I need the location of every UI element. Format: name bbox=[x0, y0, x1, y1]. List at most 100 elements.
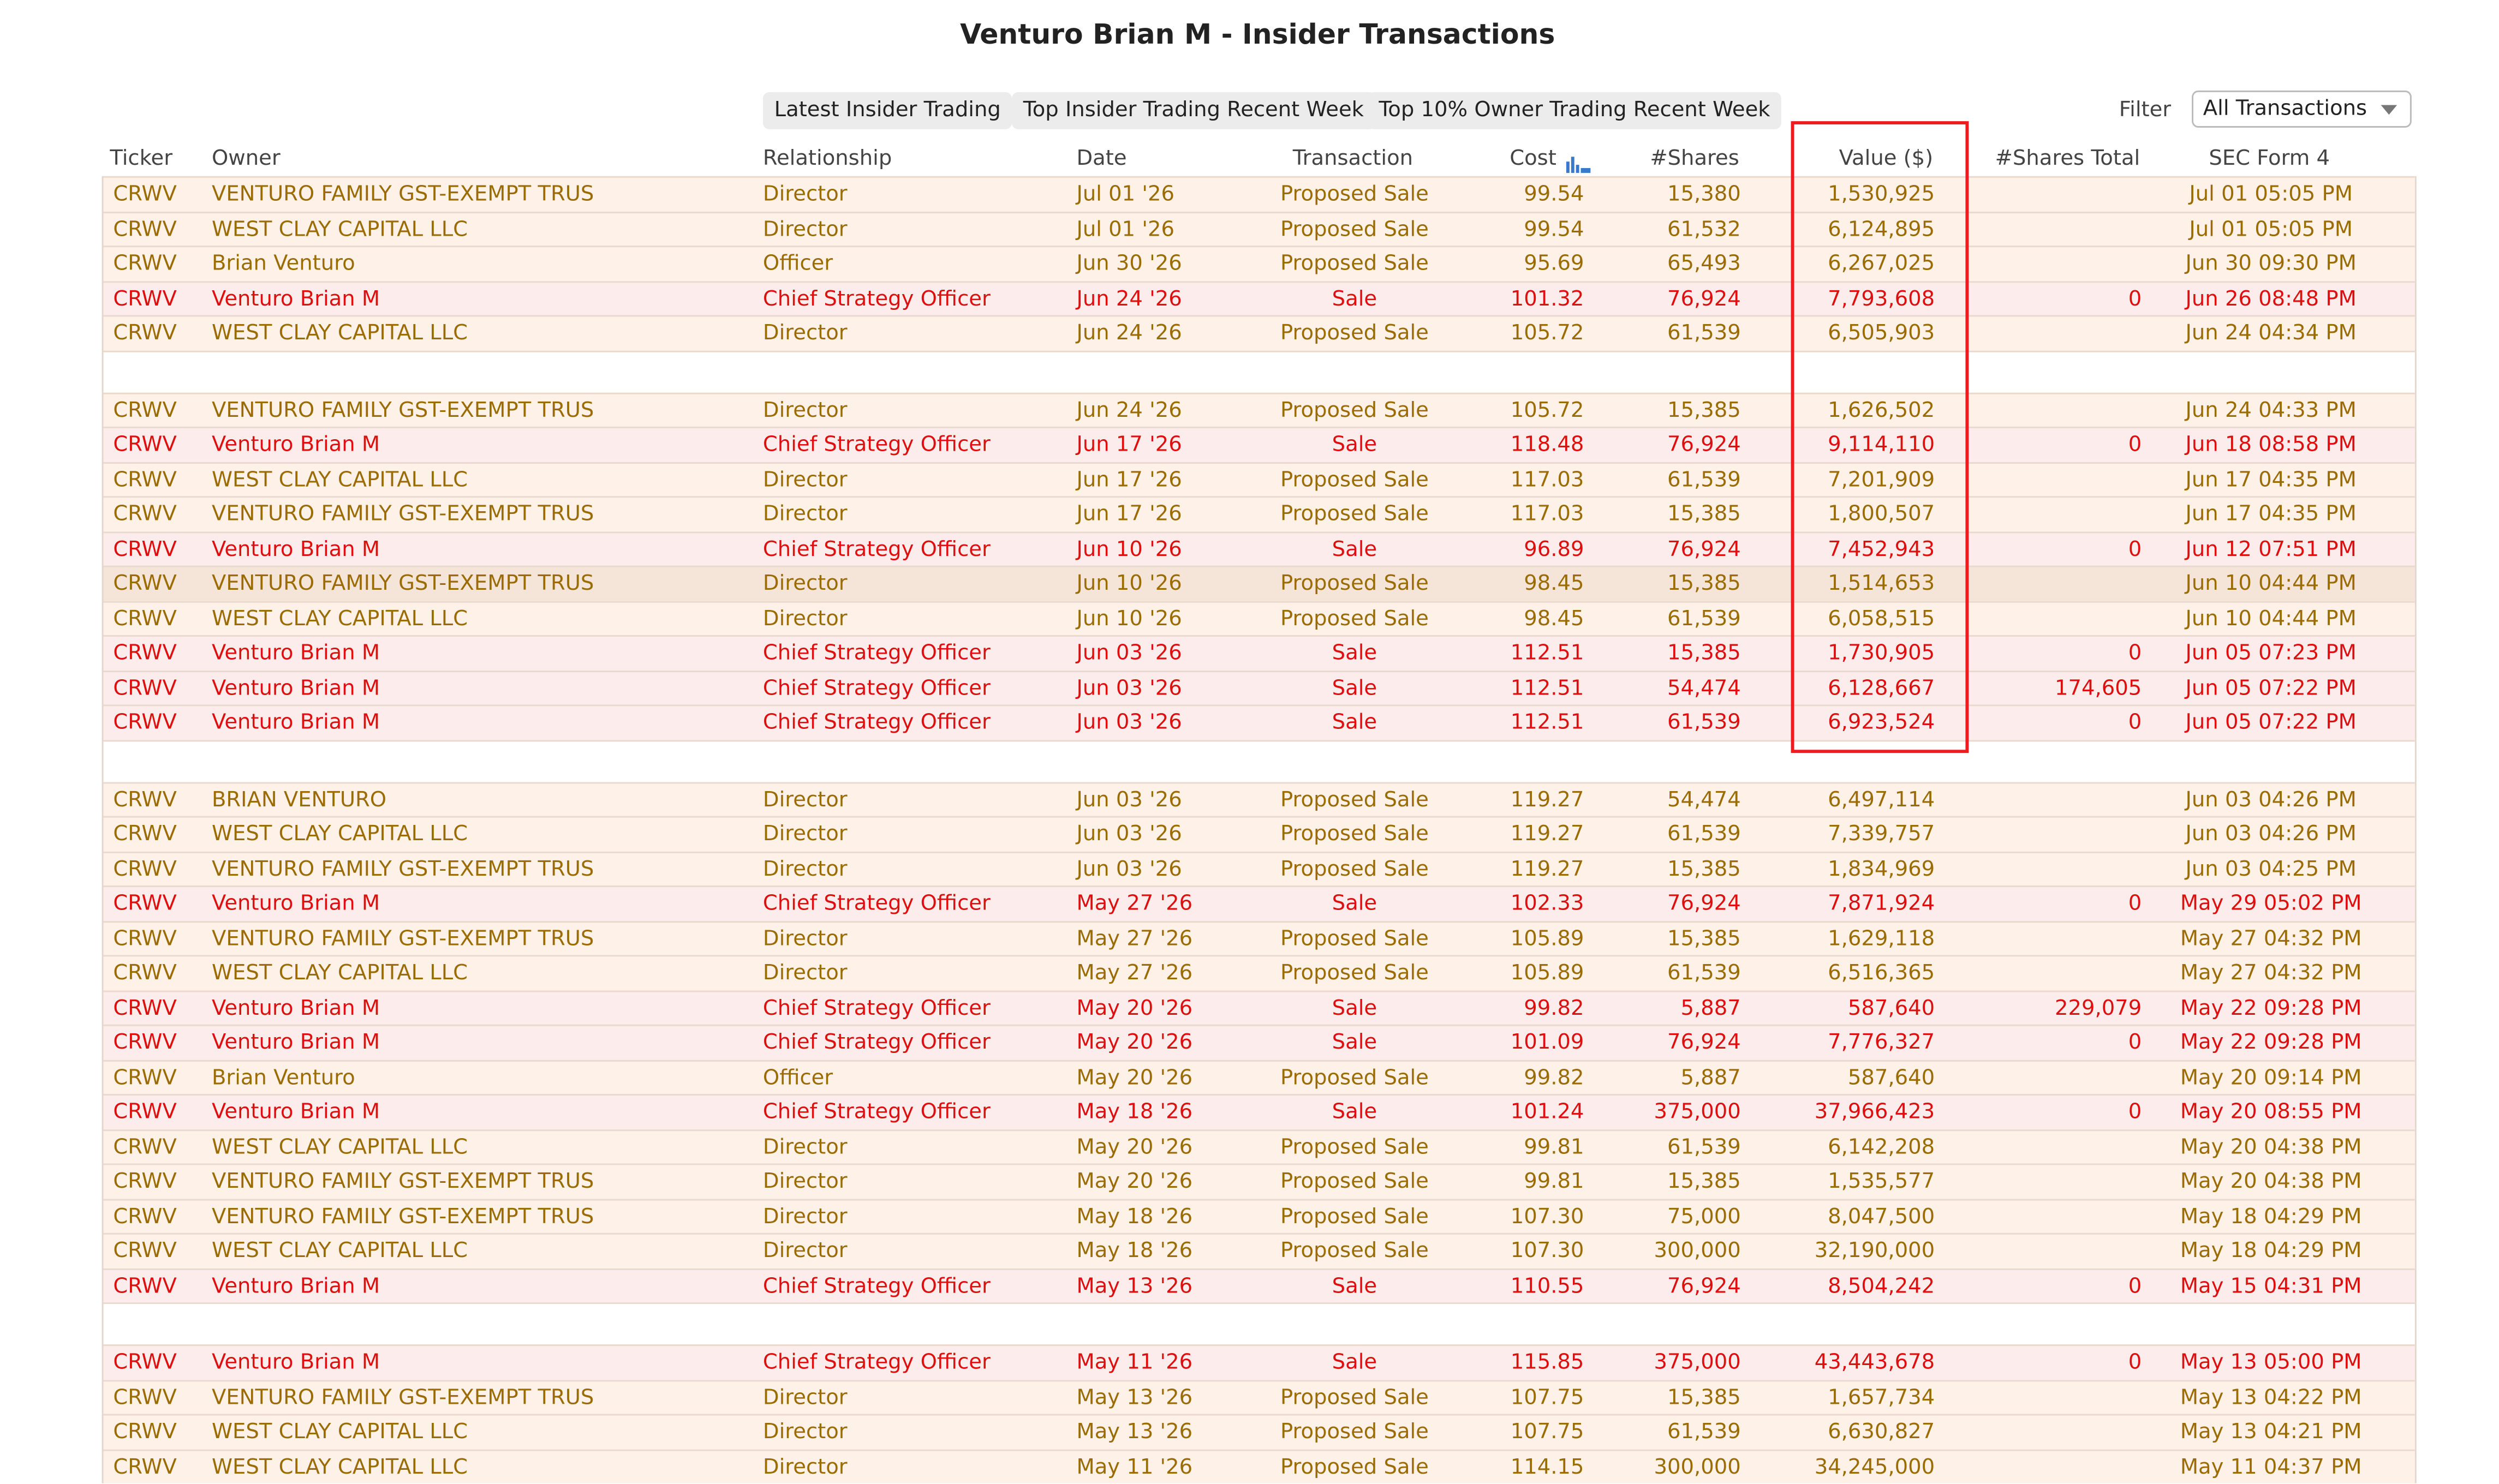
cell-owner[interactable]: Venturo Brian M bbox=[212, 991, 380, 1025]
cell-owner[interactable]: Venturo Brian M bbox=[212, 1346, 380, 1380]
cell-sec-form-4[interactable]: Jun 17 04:35 PM bbox=[2177, 498, 2365, 531]
cell-sec-form-4[interactable]: May 22 09:28 PM bbox=[2177, 991, 2365, 1025]
filter-select[interactable]: All Transactions bbox=[2192, 90, 2412, 128]
cell-sec-form-4[interactable]: Jun 18 08:58 PM bbox=[2177, 428, 2365, 462]
cell-ticker[interactable]: CRWV bbox=[113, 852, 177, 886]
table-row[interactable]: CRWV Brian Venturo Officer May 20 '26 Propos… bbox=[103, 1059, 2415, 1094]
table-row[interactable]: CRWV Venturo Brian M Chief Strategy Office… bbox=[103, 635, 2415, 670]
cell-owner[interactable]: WEST CLAY CAPITAL LLC bbox=[212, 1235, 468, 1268]
cell-sec-form-4[interactable]: May 18 04:29 PM bbox=[2177, 1235, 2365, 1268]
table-row[interactable]: CRWV Venturo Brian M Chief Strategy Office… bbox=[103, 1267, 2415, 1303]
cell-ticker[interactable]: CRWV bbox=[113, 922, 177, 956]
cell-ticker[interactable]: CRWV bbox=[113, 818, 177, 852]
cell-ticker[interactable]: CRWV bbox=[113, 783, 177, 817]
cell-sec-form-4[interactable]: May 20 04:38 PM bbox=[2177, 1130, 2365, 1164]
table-row[interactable]: CRWV BRIAN VENTURO Director Jun 03 '26 Propo… bbox=[103, 781, 2415, 817]
cell-sec-form-4[interactable]: Jul 01 05:05 PM bbox=[2177, 178, 2365, 212]
table-row[interactable]: CRWV WEST CLAY CAPITAL LLC Director May 27 … bbox=[103, 955, 2415, 990]
table-row[interactable]: CRWV WEST CLAY CAPITAL LLC Director Jul 01 … bbox=[103, 211, 2415, 246]
cell-ticker[interactable]: CRWV bbox=[113, 706, 177, 740]
cell-owner[interactable]: BRIAN VENTURO bbox=[212, 783, 386, 817]
cell-sec-form-4[interactable]: Jun 03 04:26 PM bbox=[2177, 818, 2365, 852]
cell-ticker[interactable]: CRWV bbox=[113, 1269, 177, 1303]
cell-sec-form-4[interactable]: Jun 03 04:26 PM bbox=[2177, 783, 2365, 817]
table-row[interactable]: CRWV Venturo Brian M Chief Strategy Office… bbox=[103, 530, 2415, 566]
cell-sec-form-4[interactable]: May 20 04:38 PM bbox=[2177, 1165, 2365, 1199]
table-row[interactable]: CRWV WEST CLAY CAPITAL LLC Director Jun 10 … bbox=[103, 600, 2415, 636]
cell-owner[interactable]: VENTURO FAMILY GST-EXEMPT TRUS bbox=[212, 1165, 594, 1199]
table-row[interactable]: CRWV WEST CLAY CAPITAL LLC Director May 20 … bbox=[103, 1128, 2415, 1164]
cell-sec-form-4[interactable]: May 18 04:29 PM bbox=[2177, 1200, 2365, 1234]
column-header-owner[interactable]: Owner bbox=[212, 147, 281, 171]
cell-ticker[interactable]: CRWV bbox=[113, 428, 177, 462]
cell-owner[interactable]: WEST CLAY CAPITAL LLC bbox=[212, 1450, 468, 1484]
table-row[interactable]: CRWV WEST CLAY CAPITAL LLC Director Jun 03 … bbox=[103, 816, 2415, 852]
cell-owner[interactable]: Brian Venturo bbox=[212, 247, 355, 281]
cell-sec-form-4[interactable]: Jun 30 09:30 PM bbox=[2177, 247, 2365, 281]
table-row[interactable]: CRWV Venturo Brian M Chief Strategy Office… bbox=[103, 704, 2415, 740]
cell-sec-form-4[interactable]: Jun 24 04:34 PM bbox=[2177, 316, 2365, 350]
table-row[interactable]: CRWV Venturo Brian M Chief Strategy Office… bbox=[103, 280, 2415, 316]
column-header-date[interactable]: Date bbox=[1076, 147, 1126, 171]
table-row[interactable]: CRWV VENTURO FAMILY GST-EXEMPT TRUS Direct… bbox=[103, 176, 2415, 212]
cell-sec-form-4[interactable]: Jun 24 04:33 PM bbox=[2177, 393, 2365, 427]
cell-sec-form-4[interactable]: May 13 05:00 PM bbox=[2177, 1346, 2365, 1380]
cell-ticker[interactable]: CRWV bbox=[113, 247, 177, 281]
cell-owner[interactable]: VENTURO FAMILY GST-EXEMPT TRUS bbox=[212, 178, 594, 212]
table-row[interactable]: CRWV VENTURO FAMILY GST-EXEMPT TRUS Direct… bbox=[103, 496, 2415, 531]
cell-owner[interactable]: Venturo Brian M bbox=[212, 1096, 380, 1129]
cell-ticker[interactable]: CRWV bbox=[113, 1381, 177, 1415]
table-row[interactable]: CRWV VENTURO FAMILY GST-EXEMPT TRUS Direct… bbox=[103, 565, 2415, 601]
table-row[interactable]: CRWV VENTURO FAMILY GST-EXEMPT TRUS Direct… bbox=[103, 851, 2415, 886]
table-row[interactable]: CRWV VENTURO FAMILY GST-EXEMPT TRUS Direct… bbox=[103, 1163, 2415, 1199]
cell-owner[interactable]: WEST CLAY CAPITAL LLC bbox=[212, 463, 468, 497]
cell-ticker[interactable]: CRWV bbox=[113, 393, 177, 427]
column-header-ticker[interactable]: Ticker bbox=[110, 147, 172, 171]
table-row[interactable]: CRWV WEST CLAY CAPITAL LLC Director Jun 17 … bbox=[103, 461, 2415, 497]
cell-sec-form-4[interactable]: Jun 10 04:44 PM bbox=[2177, 567, 2365, 601]
cell-ticker[interactable]: CRWV bbox=[113, 463, 177, 497]
cell-sec-form-4[interactable]: May 27 04:32 PM bbox=[2177, 922, 2365, 956]
cell-sec-form-4[interactable]: May 20 08:55 PM bbox=[2177, 1096, 2365, 1129]
cell-ticker[interactable]: CRWV bbox=[113, 956, 177, 990]
column-header-shares[interactable]: #Shares bbox=[1605, 147, 1739, 171]
cell-ticker[interactable]: CRWV bbox=[113, 1165, 177, 1199]
cell-ticker[interactable]: CRWV bbox=[113, 532, 177, 566]
table-row[interactable]: CRWV VENTURO FAMILY GST-EXEMPT TRUS Direct… bbox=[103, 920, 2415, 956]
cell-ticker[interactable]: CRWV bbox=[113, 991, 177, 1025]
cell-owner[interactable]: Brian Venturo bbox=[212, 1061, 355, 1094]
cell-sec-form-4[interactable]: May 20 09:14 PM bbox=[2177, 1061, 2365, 1094]
cell-ticker[interactable]: CRWV bbox=[113, 1026, 177, 1060]
table-row[interactable]: CRWV VENTURO FAMILY GST-EXEMPT TRUS Direct… bbox=[103, 392, 2415, 427]
cell-owner[interactable]: VENTURO FAMILY GST-EXEMPT TRUS bbox=[212, 852, 594, 886]
cell-ticker[interactable]: CRWV bbox=[113, 1130, 177, 1164]
cell-ticker[interactable]: CRWV bbox=[113, 498, 177, 531]
cell-owner[interactable]: Venturo Brian M bbox=[212, 532, 380, 566]
table-row[interactable]: CRWV Venturo Brian M Chief Strategy Office… bbox=[103, 669, 2415, 705]
cell-ticker[interactable]: CRWV bbox=[113, 1061, 177, 1094]
column-header-shares-total[interactable]: #Shares Total bbox=[1993, 147, 2140, 171]
cell-sec-form-4[interactable]: May 27 04:32 PM bbox=[2177, 956, 2365, 990]
cell-ticker[interactable]: CRWV bbox=[113, 282, 177, 316]
table-row[interactable]: CRWV Venturo Brian M Chief Strategy Office… bbox=[103, 426, 2415, 462]
cell-sec-form-4[interactable]: May 13 04:21 PM bbox=[2177, 1415, 2365, 1449]
cell-sec-form-4[interactable]: Jun 26 08:48 PM bbox=[2177, 282, 2365, 316]
table-row[interactable]: CRWV WEST CLAY CAPITAL LLC Director May 18 … bbox=[103, 1232, 2415, 1268]
table-row[interactable]: CRWV Venturo Brian M Chief Strategy Office… bbox=[103, 990, 2415, 1025]
cell-owner[interactable]: VENTURO FAMILY GST-EXEMPT TRUS bbox=[212, 498, 594, 531]
cell-owner[interactable]: WEST CLAY CAPITAL LLC bbox=[212, 212, 468, 246]
table-row[interactable]: CRWV Venturo Brian M Chief Strategy Office… bbox=[103, 1094, 2415, 1129]
cell-owner[interactable]: VENTURO FAMILY GST-EXEMPT TRUS bbox=[212, 393, 594, 427]
table-row[interactable]: CRWV WEST CLAY CAPITAL LLC Director Jun 24 … bbox=[103, 315, 2415, 350]
cell-ticker[interactable]: CRWV bbox=[113, 212, 177, 246]
cell-ticker[interactable]: CRWV bbox=[113, 887, 177, 921]
cell-owner[interactable]: WEST CLAY CAPITAL LLC bbox=[212, 602, 468, 636]
table-row[interactable]: CRWV VENTURO FAMILY GST-EXEMPT TRUS Direct… bbox=[103, 1379, 2415, 1415]
cell-ticker[interactable]: CRWV bbox=[113, 1096, 177, 1129]
cell-sec-form-4[interactable]: May 22 09:28 PM bbox=[2177, 1026, 2365, 1060]
cell-owner[interactable]: VENTURO FAMILY GST-EXEMPT TRUS bbox=[212, 922, 594, 956]
table-row[interactable]: CRWV VENTURO FAMILY GST-EXEMPT TRUS Direct… bbox=[103, 1198, 2415, 1234]
cell-owner[interactable]: Venturo Brian M bbox=[212, 887, 380, 921]
cell-ticker[interactable]: CRWV bbox=[113, 602, 177, 636]
cell-ticker[interactable]: CRWV bbox=[113, 1346, 177, 1380]
